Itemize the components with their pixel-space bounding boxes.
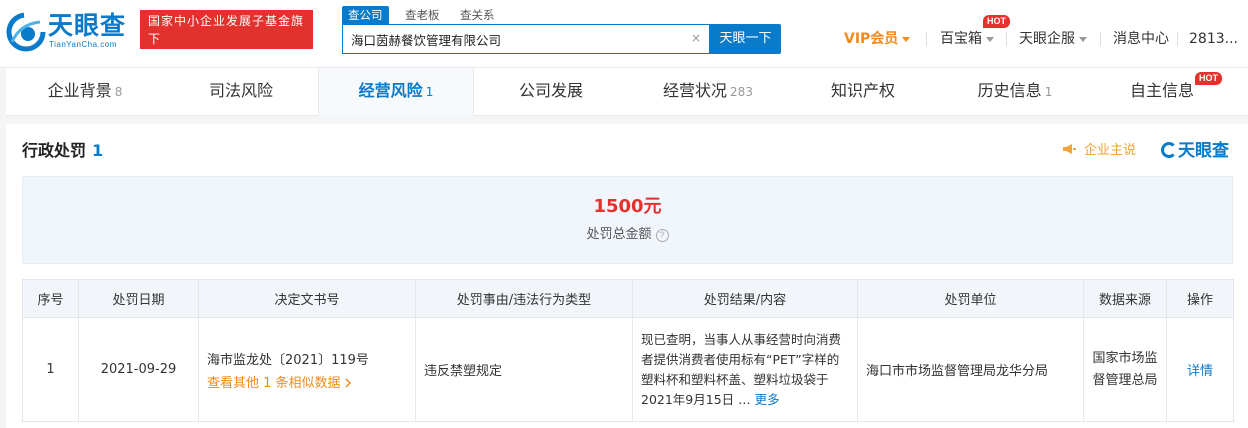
col-header-date: 处罚日期 <box>78 279 199 318</box>
search-button[interactable]: 天眼一下 <box>710 24 781 54</box>
chevron-down-icon <box>986 36 994 42</box>
divider <box>1006 32 1007 46</box>
hot-badge: HOT <box>1195 72 1222 85</box>
tab-search-boss[interactable]: 查老板 <box>405 6 440 24</box>
megaphone-icon <box>1063 144 1076 154</box>
tab-count: 1 <box>425 85 434 99</box>
tianyancha-mini-logo: 天眼查 <box>1161 140 1229 162</box>
enterprise-label: 天眼企服 <box>1019 31 1075 47</box>
help-icon[interactable]: ? <box>655 229 669 242</box>
tab-label: 自主信息 <box>1129 81 1194 100</box>
cell-reason: 违反禁塑规定 <box>415 317 633 422</box>
penalty-summary: 1500元 处罚总金额? <box>22 176 1233 264</box>
table-header-row: 序号 处罚日期 决定文书号 处罚事由/违法行为类型 处罚结果/内容 处罚单位 数… <box>22 279 1234 318</box>
tab-history-info[interactable]: 历史信息 1 <box>938 68 1092 116</box>
cell-doc-no: 海市监龙处〔2021〕119号 查看其他 1 条相似数据 <box>198 317 416 422</box>
owner-says-label: 企业主说 <box>1084 143 1137 158</box>
chevron-down-icon <box>1079 36 1087 42</box>
treasure-box-menu[interactable]: 百宝箱 <box>940 28 994 50</box>
table-row: 1 2021-09-29 海市监龙处〔2021〕119号 查看其他 1 条相似数… <box>22 317 1234 422</box>
more-link[interactable]: 更多 <box>755 392 780 407</box>
total-penalty-label: 处罚总金额 <box>586 227 652 242</box>
tab-label: 司法风险 <box>208 81 273 100</box>
tab-label: 公司发展 <box>518 81 583 100</box>
doc-number: 海市监龙处〔2021〕119号 <box>207 352 369 368</box>
tab-label: 经营风险 <box>358 81 423 100</box>
tab-label: 经营状况 <box>663 81 728 100</box>
owner-says-link[interactable]: 企业主说 <box>1062 142 1136 160</box>
eye-logo-icon <box>1161 142 1177 158</box>
cell-date: 2021-09-29 <box>78 317 199 422</box>
col-header-action: 操作 <box>1166 279 1234 318</box>
account-menu[interactable]: 2813... <box>1189 28 1238 50</box>
company-tab-bar: 企业背景 8 司法风险 经营风险 1 公司发展 经营状况 283 知识产权 历史信息 1… <box>6 68 1248 116</box>
total-penalty-amount: 1500元 <box>593 196 662 217</box>
col-header-result: 处罚结果/内容 <box>632 279 858 318</box>
cell-source: 国家市场监督管理总局 <box>1083 317 1167 422</box>
chevron-right-icon <box>345 377 351 388</box>
tab-count: 283 <box>730 85 753 99</box>
top-header: 天眼查 TianYanCha.com 国家中小企业发展子基金旗下 官方备案企业征… <box>0 0 1248 68</box>
section-title-text: 行政处罚 <box>22 141 87 160</box>
divider <box>926 32 927 46</box>
similar-data-link[interactable]: 查看其他 1 条相似数据 <box>207 372 407 391</box>
penalty-table: 序号 处罚日期 决定文书号 处罚事由/违法行为类型 处罚结果/内容 处罚单位 数… <box>22 279 1234 422</box>
logo-domain: TianYanCha.com <box>49 40 117 49</box>
section-title: 行政处罚 1 <box>22 140 103 162</box>
mini-logo-text: 天眼查 <box>1178 141 1229 161</box>
search-input[interactable] <box>351 25 681 53</box>
total-penalty-label-row: 处罚总金额? <box>23 225 1232 245</box>
divider <box>1177 32 1178 46</box>
tab-label: 知识产权 <box>830 81 895 100</box>
divider <box>1100 32 1101 46</box>
similar-data-label: 查看其他 1 条相似数据 <box>207 375 341 391</box>
col-header-authority: 处罚单位 <box>857 279 1084 318</box>
vip-member-menu[interactable]: VIP会员 <box>844 28 911 50</box>
result-text: 现已查明，当事人从事经营时向消费者提供消费者使用标有“PET”字样的塑料杯和塑料… <box>641 331 842 407</box>
tab-search-company[interactable]: 查公司 <box>342 6 389 24</box>
enterprise-service-menu[interactable]: 天眼企服 <box>1019 28 1087 50</box>
tianyancha-logo[interactable]: 天眼查 TianYanCha.com <box>6 10 134 54</box>
hot-badge: HOT <box>983 15 1010 28</box>
col-header-reason: 处罚事由/违法行为类型 <box>415 279 633 318</box>
official-badge: 国家中小企业发展子基金旗下 官方备案企业征信机构 <box>140 10 313 64</box>
tab-judicial-risk[interactable]: 司法风险 <box>164 68 318 116</box>
cell-result: 现已查明，当事人从事经营时向消费者提供消费者使用标有“PET”字样的塑料杯和塑料… <box>632 317 858 422</box>
col-header-doc-no: 决定文书号 <box>198 279 416 318</box>
clear-icon[interactable]: × <box>689 31 703 45</box>
tab-operation-risk[interactable]: 经营风险 1 <box>318 68 474 116</box>
vip-label: VIP会员 <box>844 31 899 47</box>
cell-action: 详情 <box>1166 317 1234 422</box>
treasure-label: 百宝箱 <box>940 31 982 47</box>
tab-count: 1 <box>1044 85 1053 99</box>
section-count: 1 <box>92 141 104 160</box>
tab-enterprise-background[interactable]: 企业背景 8 <box>6 68 164 116</box>
eye-logo-icon <box>6 12 46 52</box>
search-box: × <box>342 24 710 54</box>
cell-index: 1 <box>22 317 79 422</box>
logo-wordmark: 天眼查 <box>48 11 127 40</box>
col-header-index: 序号 <box>22 279 79 318</box>
message-center-link[interactable]: 消息中心 <box>1113 28 1169 50</box>
tab-intellectual-property[interactable]: 知识产权 <box>788 68 938 116</box>
tab-company-development[interactable]: 公司发展 <box>474 68 628 116</box>
badge-line-2: 官方备案企业征信机构 <box>148 50 279 64</box>
tab-count: 8 <box>114 85 123 99</box>
administrative-penalty-section: 行政处罚 1 企业主说 天眼查 1500元 处罚总金额? 序号 处罚日期 决定文书… <box>6 124 1248 428</box>
details-link[interactable]: 详情 <box>1187 364 1213 379</box>
badge-line-1: 国家中小企业发展子基金旗下 <box>148 14 305 46</box>
tab-label: 企业背景 <box>47 81 112 100</box>
cell-authority: 海口市市场监督管理局龙华分局 <box>857 317 1084 422</box>
tab-search-relation[interactable]: 查关系 <box>460 6 495 24</box>
chevron-down-icon <box>902 36 911 42</box>
col-header-source: 数据来源 <box>1083 279 1167 318</box>
tab-operation-status[interactable]: 经营状况 283 <box>628 68 788 116</box>
tab-label: 历史信息 <box>977 81 1042 100</box>
